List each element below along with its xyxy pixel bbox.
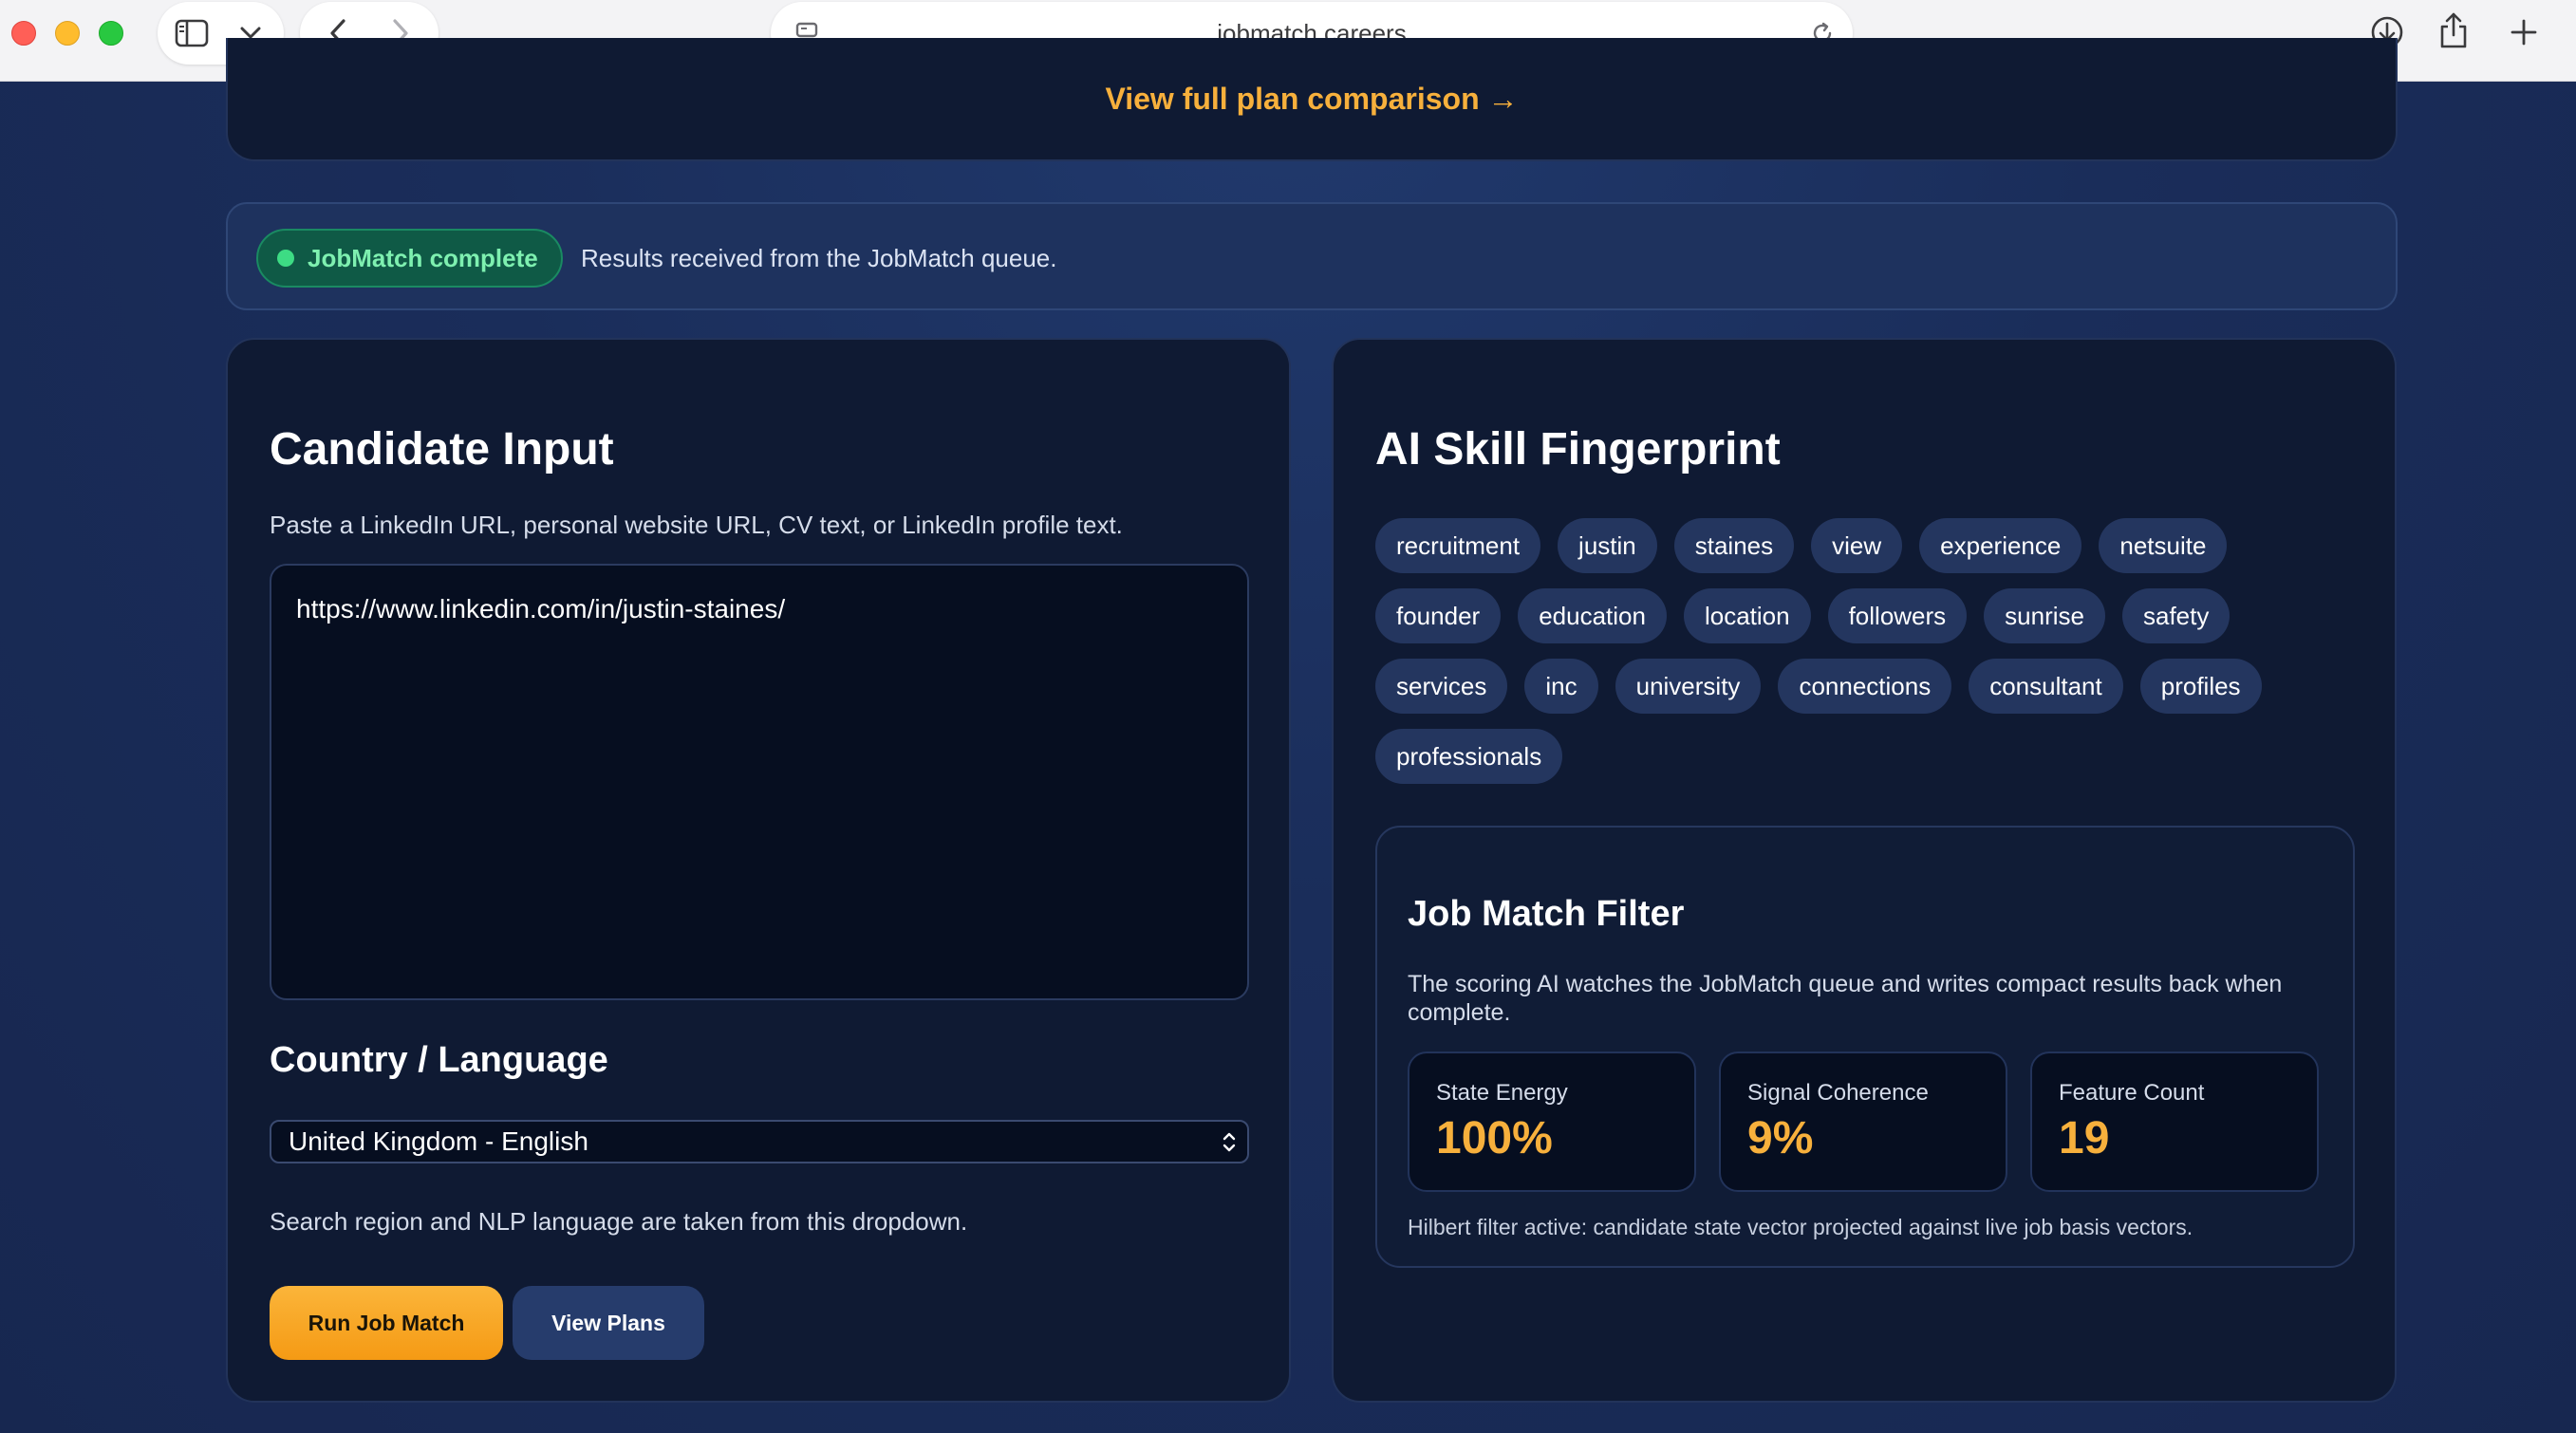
candidate-input-title: Candidate Input	[270, 424, 614, 475]
minimize-window-button[interactable]	[55, 21, 80, 46]
skill-tag: experience	[1919, 518, 2082, 573]
metric-label: Signal Coherence	[1747, 1080, 1929, 1106]
skill-tag: sunrise	[1984, 588, 2105, 643]
view-plans-button[interactable]: View Plans	[513, 1286, 704, 1360]
zoom-window-button[interactable]	[99, 21, 123, 46]
country-language-hint: Search region and NLP language are taken…	[270, 1207, 968, 1236]
metric-state-energy: State Energy 100%	[1408, 1051, 1696, 1192]
candidate-input-hint: Paste a LinkedIn URL, personal website U…	[270, 511, 1123, 539]
sidebar-icon[interactable]	[173, 16, 211, 50]
skill-tag: founder	[1375, 588, 1502, 643]
skill-tag: staines	[1673, 518, 1795, 573]
status-banner: JobMatch complete Results received from …	[226, 202, 2398, 310]
country-language-selected: United Kingdom - English	[289, 1126, 588, 1156]
skill-tag: connections	[1778, 659, 1952, 714]
select-arrows-icon	[1221, 1127, 1238, 1167]
skill-fingerprint-panel: AI Skill Fingerprint recruitment justin st…	[1332, 338, 2397, 1403]
candidate-input-panel: Candidate Input Paste a LinkedIn URL, pe…	[226, 338, 1291, 1403]
candidate-input-field[interactable]: https://www.linkedin.com/in/justin-stain…	[270, 564, 1249, 1000]
job-match-filter-card: Job Match Filter The scoring AI watches …	[1375, 826, 2355, 1268]
skill-tag: netsuite	[2099, 518, 2228, 573]
metric-label: State Energy	[1436, 1080, 1568, 1106]
skill-tag: university	[1615, 659, 1762, 714]
metric-signal-coherence: Signal Coherence 9%	[1719, 1051, 2007, 1192]
close-window-button[interactable]	[11, 21, 36, 46]
skill-tag: followers	[1827, 588, 1968, 643]
skill-tag: inc	[1524, 659, 1598, 714]
status-message: Results received from the JobMatch queue…	[581, 244, 1057, 272]
status-badge: JobMatch complete	[256, 229, 563, 288]
skill-tag: services	[1375, 659, 1508, 714]
plans-card: View full plan comparison →	[226, 38, 2398, 161]
skill-tag: location	[1683, 588, 1811, 643]
skill-tag: professionals	[1375, 729, 1563, 784]
status-badge-label: JobMatch complete	[308, 243, 538, 272]
skill-tag: consultant	[1969, 659, 2123, 714]
skill-tag: recruitment	[1375, 518, 1541, 573]
country-language-title: Country / Language	[270, 1040, 608, 1080]
metric-label: Feature Count	[2059, 1080, 2205, 1106]
new-tab-icon[interactable]	[2504, 12, 2544, 52]
metric-value: 9%	[1747, 1113, 1814, 1163]
metric-feature-count: Feature Count 19	[2030, 1051, 2319, 1192]
plan-comparison-link[interactable]: View full plan comparison →	[228, 82, 2396, 117]
skill-tag: justin	[1558, 518, 1657, 573]
skill-tag: profiles	[2139, 659, 2262, 714]
job-match-filter-footnote: Hilbert filter active: candidate state v…	[1408, 1215, 2193, 1239]
skill-tag: education	[1518, 588, 1667, 643]
skill-tag: safety	[2122, 588, 2231, 643]
job-match-filter-description: The scoring AI watches the JobMatch queu…	[1408, 971, 2283, 1026]
skill-tag-list: recruitment justin staines view experience ne…	[1375, 518, 2343, 784]
skill-fingerprint-title: AI Skill Fingerprint	[1375, 424, 1781, 475]
share-icon[interactable]	[2434, 9, 2473, 52]
metric-value: 100%	[1436, 1113, 1553, 1163]
country-language-select[interactable]: United Kingdom - English	[270, 1120, 1249, 1163]
skill-tag: view	[1811, 518, 1903, 573]
job-match-filter-title: Job Match Filter	[1408, 894, 1685, 934]
run-job-match-button[interactable]: Run Job Match	[270, 1286, 503, 1360]
status-dot-icon	[277, 250, 294, 267]
metric-value: 19	[2059, 1113, 2110, 1163]
